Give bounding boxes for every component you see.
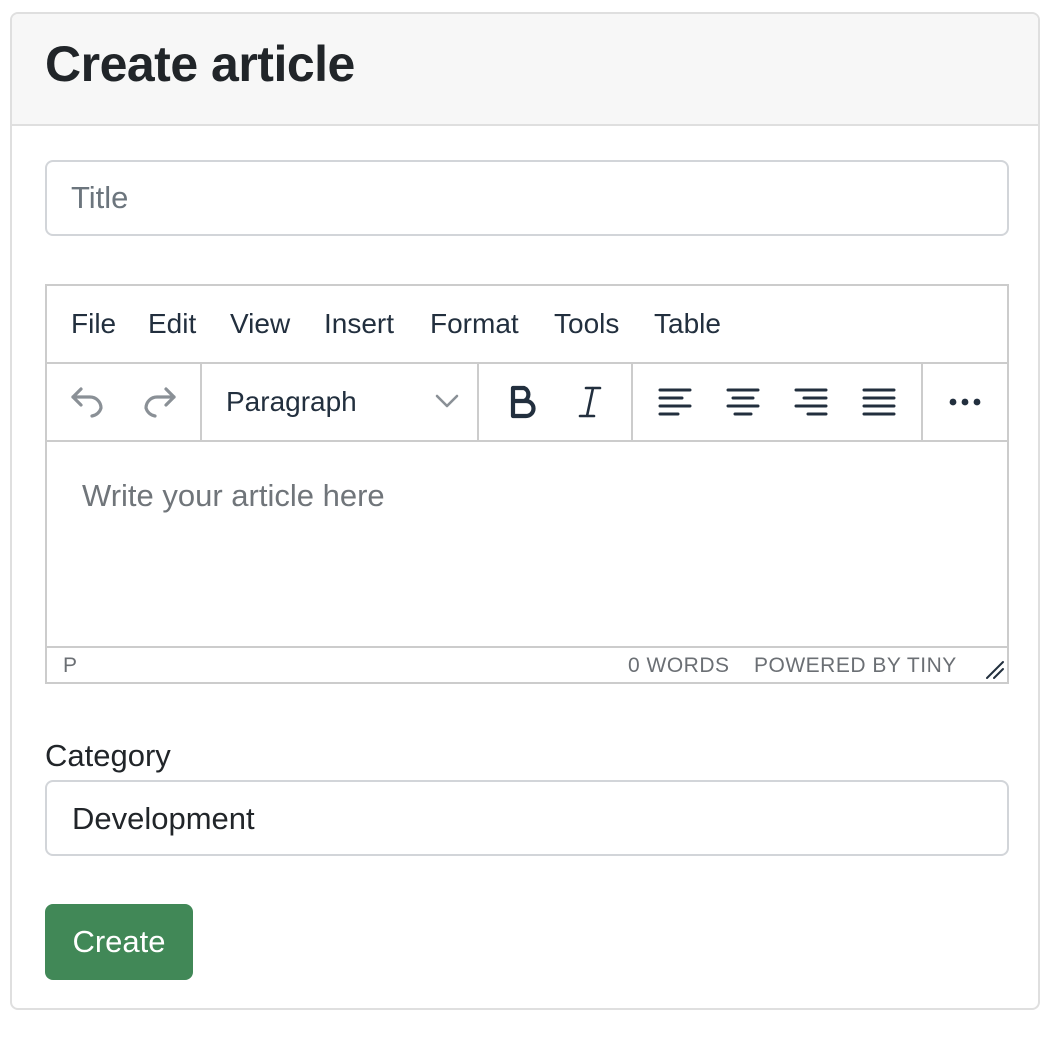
title-input[interactable] (45, 160, 1009, 236)
align-left-icon (658, 388, 692, 416)
undo-button[interactable] (62, 376, 114, 428)
toolbar-divider (631, 364, 633, 440)
menu-format[interactable]: Format (430, 308, 519, 340)
italic-icon (578, 386, 602, 418)
more-button[interactable] (939, 376, 991, 428)
align-justify-button[interactable] (853, 376, 905, 428)
undo-icon (71, 387, 103, 418)
toolbar-divider (921, 364, 923, 440)
editor-content-area[interactable]: Write your article here (47, 442, 1007, 648)
bold-button[interactable] (496, 376, 548, 428)
menu-file[interactable]: File (71, 308, 116, 340)
element-path[interactable]: P (63, 654, 78, 678)
category-label: Category (45, 738, 171, 773)
align-center-icon (726, 388, 760, 416)
card-header: Create article (12, 14, 1038, 126)
menu-edit[interactable]: Edit (148, 308, 196, 340)
editor-toolbar: Paragraph (47, 364, 1007, 442)
align-left-button[interactable] (649, 376, 701, 428)
menu-table[interactable]: Table (654, 308, 721, 340)
category-selected-value: Development (72, 801, 255, 836)
editor-placeholder: Write your article here (82, 478, 385, 513)
editor-statusbar: P 0 WORDS POWERED BY TINY (47, 648, 1007, 682)
align-center-button[interactable] (717, 376, 769, 428)
editor-menubar: File Edit View Insert Format Tools Table (47, 286, 1007, 364)
menu-view[interactable]: View (230, 308, 290, 340)
more-icon (949, 398, 981, 406)
bold-icon (510, 385, 536, 419)
align-right-icon (794, 388, 828, 416)
word-count[interactable]: 0 WORDS (628, 654, 730, 678)
powered-by-link[interactable]: POWERED BY TINY (754, 654, 957, 678)
page-title: Create article (45, 36, 355, 92)
redo-icon (144, 387, 176, 418)
align-right-button[interactable] (785, 376, 837, 428)
align-justify-icon (862, 388, 896, 416)
chevron-down-icon (435, 394, 459, 408)
menu-insert[interactable]: Insert (324, 308, 394, 340)
italic-button[interactable] (564, 376, 616, 428)
block-format-label: Paragraph (226, 386, 357, 417)
toolbar-divider (477, 364, 479, 440)
create-button[interactable]: Create (45, 904, 193, 980)
redo-button[interactable] (133, 376, 185, 428)
category-select[interactable]: Development (45, 780, 1009, 856)
menu-tools[interactable]: Tools (554, 308, 619, 340)
block-format-select[interactable]: Paragraph (202, 364, 478, 440)
rich-text-editor: File Edit View Insert Format Tools Table (45, 284, 1009, 684)
resize-handle-icon[interactable] (983, 658, 1005, 680)
create-article-card: Create article File Edit View Insert For… (10, 12, 1040, 1010)
